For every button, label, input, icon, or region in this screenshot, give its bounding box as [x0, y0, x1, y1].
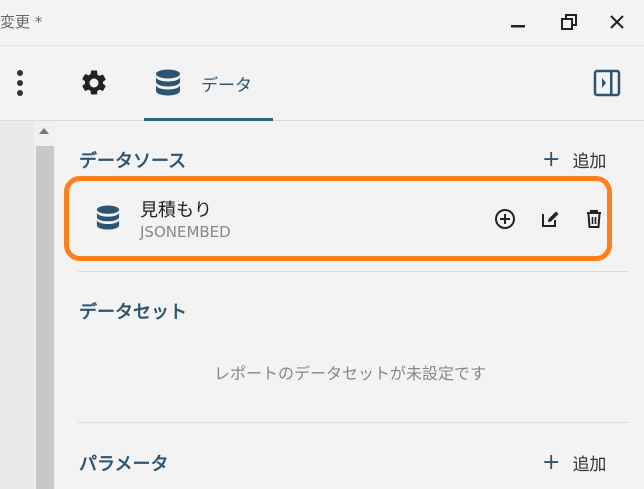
datasource-name: 見積もり [140, 200, 212, 221]
trash-icon [587, 210, 601, 228]
data-tab[interactable]: データ [145, 66, 275, 100]
left-panel-edge [0, 121, 34, 489]
minimize-button[interactable] [506, 10, 530, 34]
plus-icon: + [542, 449, 561, 475]
add-datasource-label: 追加 [572, 152, 607, 172]
title-bar: 変更 * [0, 0, 644, 46]
settings-tab[interactable] [76, 66, 112, 100]
add-datasource-button[interactable]: + 追加 [542, 147, 606, 172]
section-divider [78, 271, 628, 272]
scrollbar-thumb[interactable] [36, 146, 54, 489]
database-icon [156, 69, 180, 96]
panel-collapse-icon [593, 69, 621, 97]
close-button[interactable] [605, 10, 629, 34]
dataset-empty-message: レポートのデータセットが未設定です [213, 364, 486, 383]
database-icon [96, 205, 120, 235]
section-divider [78, 422, 628, 423]
edit-icon [542, 211, 559, 227]
datasource-title: データソース [79, 151, 187, 172]
edit-datasource-button[interactable] [537, 206, 563, 232]
delete-datasource-button[interactable] [581, 206, 607, 232]
window-title: 変更 * [0, 13, 43, 31]
parameter-title: パラメータ [79, 454, 169, 475]
data-tab-label: データ [201, 75, 252, 96]
restore-button[interactable] [557, 10, 581, 34]
more-menu-button[interactable] [10, 68, 30, 98]
scroll-up-arrow-icon[interactable] [39, 128, 49, 134]
close-icon [610, 15, 624, 29]
add-parameter-label: 追加 [572, 455, 607, 475]
dataset-title: データセット [79, 302, 187, 323]
add-parameter-button[interactable]: + 追加 [542, 450, 606, 475]
designer-toolbar: データ [0, 46, 644, 121]
data-panel: データソース + 追加 見積もり JSONEMBED データセット レポートのデ… [56, 121, 644, 489]
restore-icon [561, 14, 577, 30]
more-vertical-icon [17, 70, 23, 96]
minimize-icon [511, 25, 525, 28]
add-dataset-button[interactable] [492, 206, 518, 232]
datasource-type: JSONEMBED [140, 223, 231, 241]
plus-icon: + [542, 146, 561, 172]
gear-icon [82, 70, 106, 95]
plus-circle-icon [495, 209, 515, 229]
toggle-panel-button[interactable] [590, 67, 624, 99]
datasource-item[interactable]: 見積もり JSONEMBED [64, 176, 612, 261]
